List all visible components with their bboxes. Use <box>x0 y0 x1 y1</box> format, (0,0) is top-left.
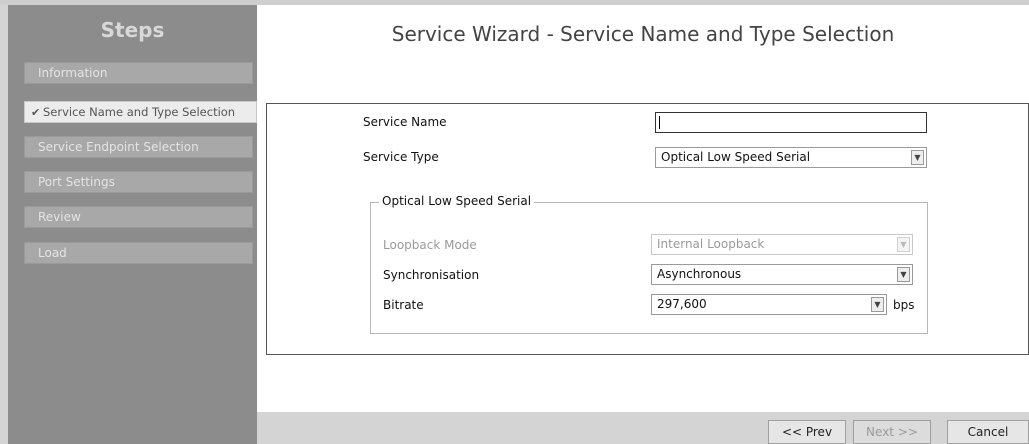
steps-sidebar: Steps Information ✔ Service Name and Type… <box>8 5 257 444</box>
synchronisation-value: Asynchronous <box>657 267 742 281</box>
check-icon: ✔ <box>31 106 41 119</box>
service-type-select[interactable]: Optical Low Speed Serial ▼ <box>655 147 927 168</box>
step-label: Port Settings <box>38 175 115 189</box>
next-button[interactable]: Next >> <box>853 420 931 444</box>
optical-low-speed-serial-group: Optical Low Speed Serial Loopback Mode I… <box>370 194 928 334</box>
loopback-mode-value: Internal Loopback <box>657 237 765 251</box>
prev-button[interactable]: << Prev <box>768 420 846 444</box>
chevron-down-icon: ▼ <box>897 237 910 252</box>
chevron-down-icon[interactable]: ▼ <box>897 267 910 282</box>
cancel-button[interactable]: Cancel <box>947 420 1029 444</box>
step-label: Service Endpoint Selection <box>38 140 199 154</box>
step-label: Information <box>38 66 108 80</box>
service-name-input[interactable] <box>655 112 927 133</box>
bitrate-value: 297,600 <box>657 297 707 311</box>
chevron-down-icon[interactable]: ▼ <box>871 297 884 312</box>
service-name-label: Service Name <box>363 115 447 129</box>
loopback-mode-select: Internal Loopback ▼ <box>651 234 913 255</box>
step-label: Load <box>38 246 67 260</box>
synchronisation-label: Synchronisation <box>383 268 480 282</box>
wizard-main-panel: Service Wizard - Service Name and Type S… <box>257 5 1029 412</box>
service-form-panel: Service Name Service Type Optical Low Sp… <box>266 103 1029 355</box>
step-load[interactable]: Load <box>24 242 253 264</box>
sidebar-title: Steps <box>100 18 165 42</box>
service-type-value: Optical Low Speed Serial <box>661 150 811 164</box>
service-type-label: Service Type <box>363 150 439 164</box>
bitrate-select[interactable]: 297,600 ▼ <box>651 294 887 315</box>
step-label: Service Name and Type Selection <box>43 105 236 119</box>
bitrate-unit: bps <box>893 298 915 312</box>
step-label: Review <box>38 210 81 224</box>
bitrate-label: Bitrate <box>383 298 424 312</box>
step-service-endpoint-selection[interactable]: Service Endpoint Selection <box>24 136 253 158</box>
wizard-footer: << Prev Next >> Cancel <box>257 412 1029 444</box>
step-service-name-and-type-selection[interactable]: ✔ Service Name and Type Selection <box>24 101 257 123</box>
group-legend: Optical Low Speed Serial <box>379 194 535 208</box>
page-title: Service Wizard - Service Name and Type S… <box>391 22 895 46</box>
text-caret <box>659 116 660 129</box>
step-port-settings[interactable]: Port Settings <box>24 171 253 193</box>
step-review[interactable]: Review <box>24 206 253 228</box>
step-information[interactable]: Information <box>24 62 253 84</box>
synchronisation-select[interactable]: Asynchronous ▼ <box>651 264 913 285</box>
chevron-down-icon[interactable]: ▼ <box>911 150 924 165</box>
loopback-mode-label: Loopback Mode <box>383 238 477 252</box>
